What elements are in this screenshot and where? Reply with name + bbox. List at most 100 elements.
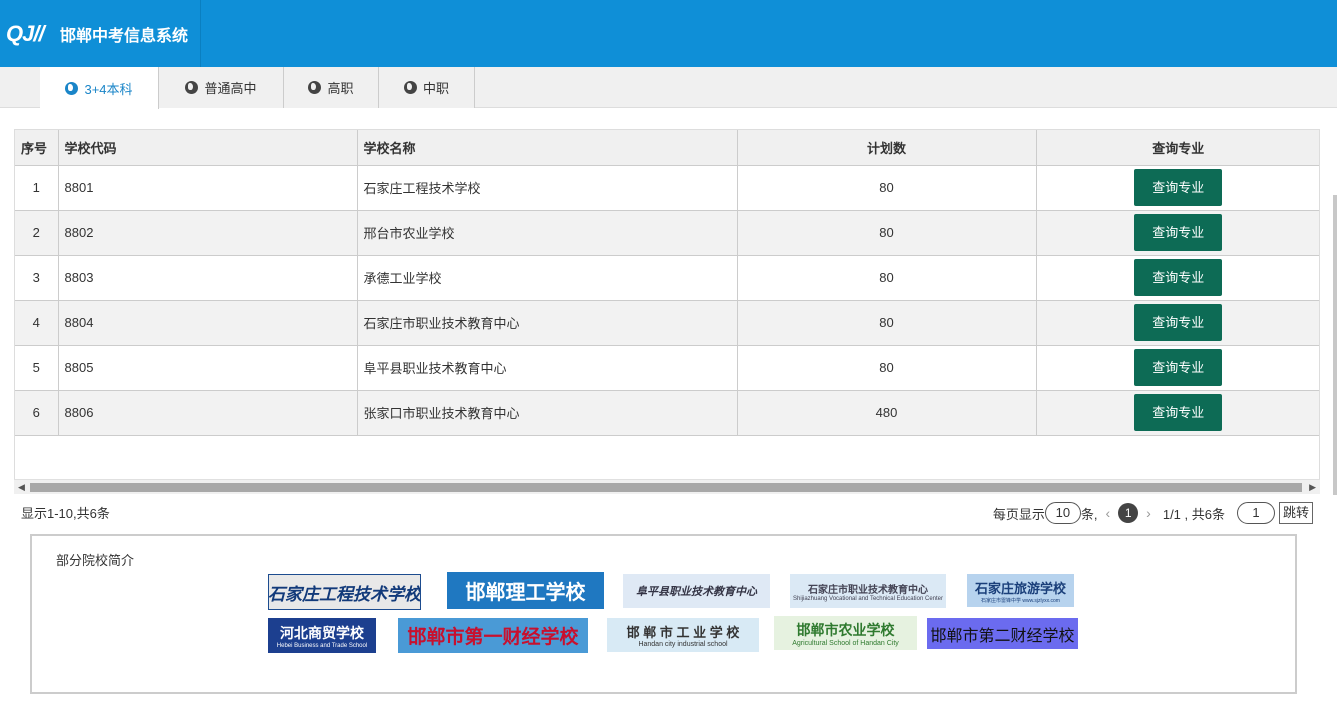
cell-name: 张家口市职业技术教育中心 [357,390,738,436]
school-banner[interactable]: 石家庄旅游学校 石家庄市雷锋中学 www.sjzlyxx.com [967,574,1074,607]
scroll-left-icon[interactable]: ◀ [18,482,25,493]
banner-subtext: Shijiazhuang Vocational and Technical Ed… [793,595,943,602]
tab-3plus4-undergrad[interactable]: 3+4本科 [40,67,159,109]
banner-text: 石家庄市职业技术教育中心 [808,584,928,596]
cell-action: 查询专业 [1036,300,1319,346]
tab-higher-vocational[interactable]: 高职 [284,67,379,108]
cell-action: 查询专业 [1036,345,1319,391]
pagination: 每页显示 10 条, ‹ 1 › 1/1 , 共6条 1 跳转 [993,501,1313,525]
header-index: 序号 [15,130,59,166]
per-page-suffix: 条, [1080,506,1098,522]
cell-plan: 80 [737,345,1037,391]
school-banner[interactable]: 石家庄市职业技术教育中心 Shijiazhuang Vocational and… [790,574,946,608]
globe-icon [65,81,79,95]
header-query: 查询专业 [1036,130,1319,166]
cell-name: 承德工业学校 [357,255,738,301]
jump-page-input[interactable]: 1 [1236,502,1275,524]
globe-icon [308,81,322,94]
query-major-button[interactable]: 查询专业 [1134,304,1223,341]
banner-text: 石家庄工程技术学校 [268,584,421,604]
query-major-button[interactable]: 查询专业 [1134,394,1223,431]
cell-plan: 80 [737,210,1037,256]
tab-label: 中职 [422,81,449,96]
header-name: 学校名称 [357,130,738,166]
page-info: 1/1 , 共6条 [1162,506,1225,522]
school-banner[interactable]: 邯郸理工学校 [447,572,604,609]
cell-code: 8801 [58,165,358,211]
cell-plan: 80 [737,255,1037,301]
school-banner[interactable]: 河北商贸学校 Hebei Business and Trade School [268,618,376,653]
school-intro-section: 部分院校简介 石家庄工程技术学校 邯郸理工学校 阜平县职业技术教育中心 石家庄市… [30,534,1297,694]
cell-action: 查询专业 [1036,165,1319,211]
cell-index: 2 [15,210,59,256]
school-banner[interactable]: 邯 郸 市 工 业 学 校 Handan city industrial sch… [607,618,759,652]
cell-index: 3 [15,255,59,301]
prev-page-icon[interactable]: ‹ [1106,505,1111,521]
table-row: 1 8801 石家庄工程技术学校 80 查询专业 [15,165,1319,211]
app-title: 邯郸中考信息系统 [60,27,189,45]
school-banner[interactable]: 邯郸市农业学校 Agricultural School of Handan Ci… [774,616,917,650]
school-banner[interactable]: 石家庄工程技术学校 [268,574,421,610]
header-plan: 计划数 [737,130,1037,166]
record-summary: 显示1-10,共6条 [21,506,110,521]
logo-area[interactable]: QJ// 邯郸中考信息系统 [0,0,201,67]
table-row: 4 8804 石家庄市职业技术教育中心 80 查询专业 [15,300,1319,346]
cell-plan: 80 [737,165,1037,211]
query-major-button[interactable]: 查询专业 [1134,214,1223,251]
banner-text: 邯郸市第二财经学校 [930,627,1075,645]
cell-plan: 80 [737,300,1037,346]
banner-text: 邯郸市第一财经学校 [407,627,579,648]
cell-action: 查询专业 [1036,390,1319,436]
top-header: QJ// 邯郸中考信息系统 [0,0,1337,67]
banner-text: 邯郸理工学校 [465,582,586,604]
query-major-button[interactable]: 查询专业 [1134,259,1223,296]
next-page-icon[interactable]: › [1146,505,1151,521]
cell-code: 8804 [58,300,358,346]
school-table: 序号 学校代码 学校名称 计划数 查询专业 1 8801 石家庄工程技术学校 8… [15,130,1319,436]
tab-secondary-vocational[interactable]: 中职 [379,67,475,108]
globe-icon [185,81,199,94]
banner-text: 邯 郸 市 工 业 学 校 [626,625,740,640]
cell-action: 查询专业 [1036,210,1319,256]
query-major-button[interactable]: 查询专业 [1134,169,1223,206]
jump-button[interactable]: 跳转 [1278,502,1313,524]
scrollbar-thumb[interactable] [30,483,1302,492]
logo-icon: QJ// [6,20,45,46]
banner-subtext: 石家庄市雷锋中学 www.sjzlyxx.com [981,597,1060,604]
tab-label: 3+4本科 [84,81,133,97]
intro-title: 部分院校简介 [56,553,135,568]
cell-index: 4 [15,300,59,346]
tab-general-high-school[interactable]: 普通高中 [159,67,284,108]
table-row: 2 8802 邢台市农业学校 80 查询专业 [15,210,1319,256]
header-code: 学校代码 [58,130,358,166]
cell-code: 8803 [58,255,358,301]
horizontal-scrollbar[interactable]: ◀ ▶ [14,479,1320,494]
school-banner[interactable]: 阜平县职业技术教育中心 [623,574,770,608]
school-banner[interactable]: 邯郸市第一财经学校 [398,618,588,653]
cell-plan: 480 [737,390,1037,436]
cell-code: 8806 [58,390,358,436]
tab-label: 高职 [327,81,354,96]
query-major-button[interactable]: 查询专业 [1134,349,1223,386]
cell-index: 6 [15,390,59,436]
cell-name: 石家庄市职业技术教育中心 [357,300,738,346]
school-banner[interactable]: 邯郸市第二财经学校 [927,618,1078,649]
cell-name: 阜平县职业技术教育中心 [357,345,738,391]
cell-index: 1 [15,165,59,211]
banner-text: 河北商贸学校 [280,624,364,641]
globe-icon [403,81,417,94]
table-row: 5 8805 阜平县职业技术教育中心 80 查询专业 [15,345,1319,391]
table-header-row: 序号 学校代码 学校名称 计划数 查询专业 [15,130,1319,166]
cell-code: 8805 [58,345,358,391]
per-page-input[interactable]: 10 [1044,502,1081,524]
cell-name: 邢台市农业学校 [357,210,738,256]
page-scrollbar[interactable] [1333,195,1337,495]
current-page-button[interactable]: 1 [1118,503,1139,523]
banner-subtext: Hebei Business and Trade School [276,642,368,649]
table-row: 3 8803 承德工业学校 80 查询专业 [15,255,1319,301]
cell-action: 查询专业 [1036,255,1319,301]
banner-text: 邯郸市农业学校 [796,621,895,638]
scroll-right-icon[interactable]: ▶ [1309,482,1316,493]
banner-subtext: Agricultural School of Handan City [792,639,899,647]
banner-text: 阜平县职业技术教育中心 [636,586,757,598]
